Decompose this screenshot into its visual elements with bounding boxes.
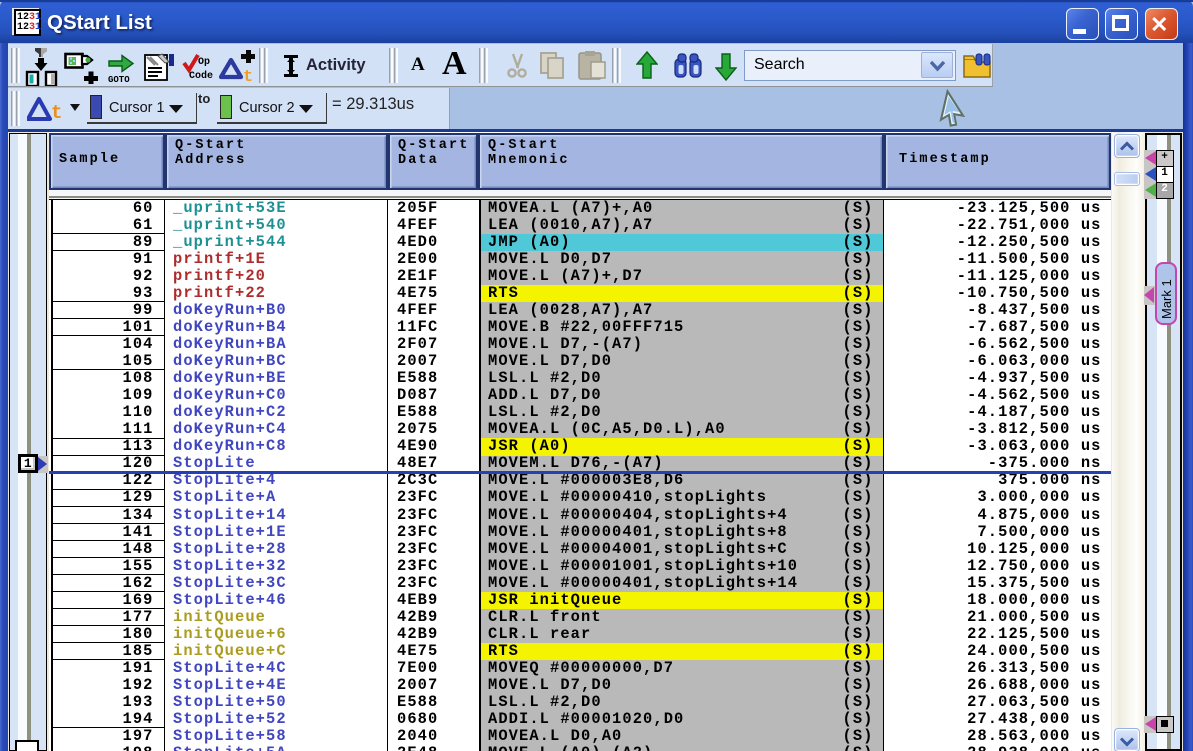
- svg-text:Code: Code: [189, 70, 213, 82]
- svg-text:t: t: [51, 102, 62, 122]
- svg-text:GOTO: GOTO: [108, 75, 130, 84]
- svg-text:t: t: [243, 68, 253, 86]
- svg-text:Op: Op: [198, 57, 210, 68]
